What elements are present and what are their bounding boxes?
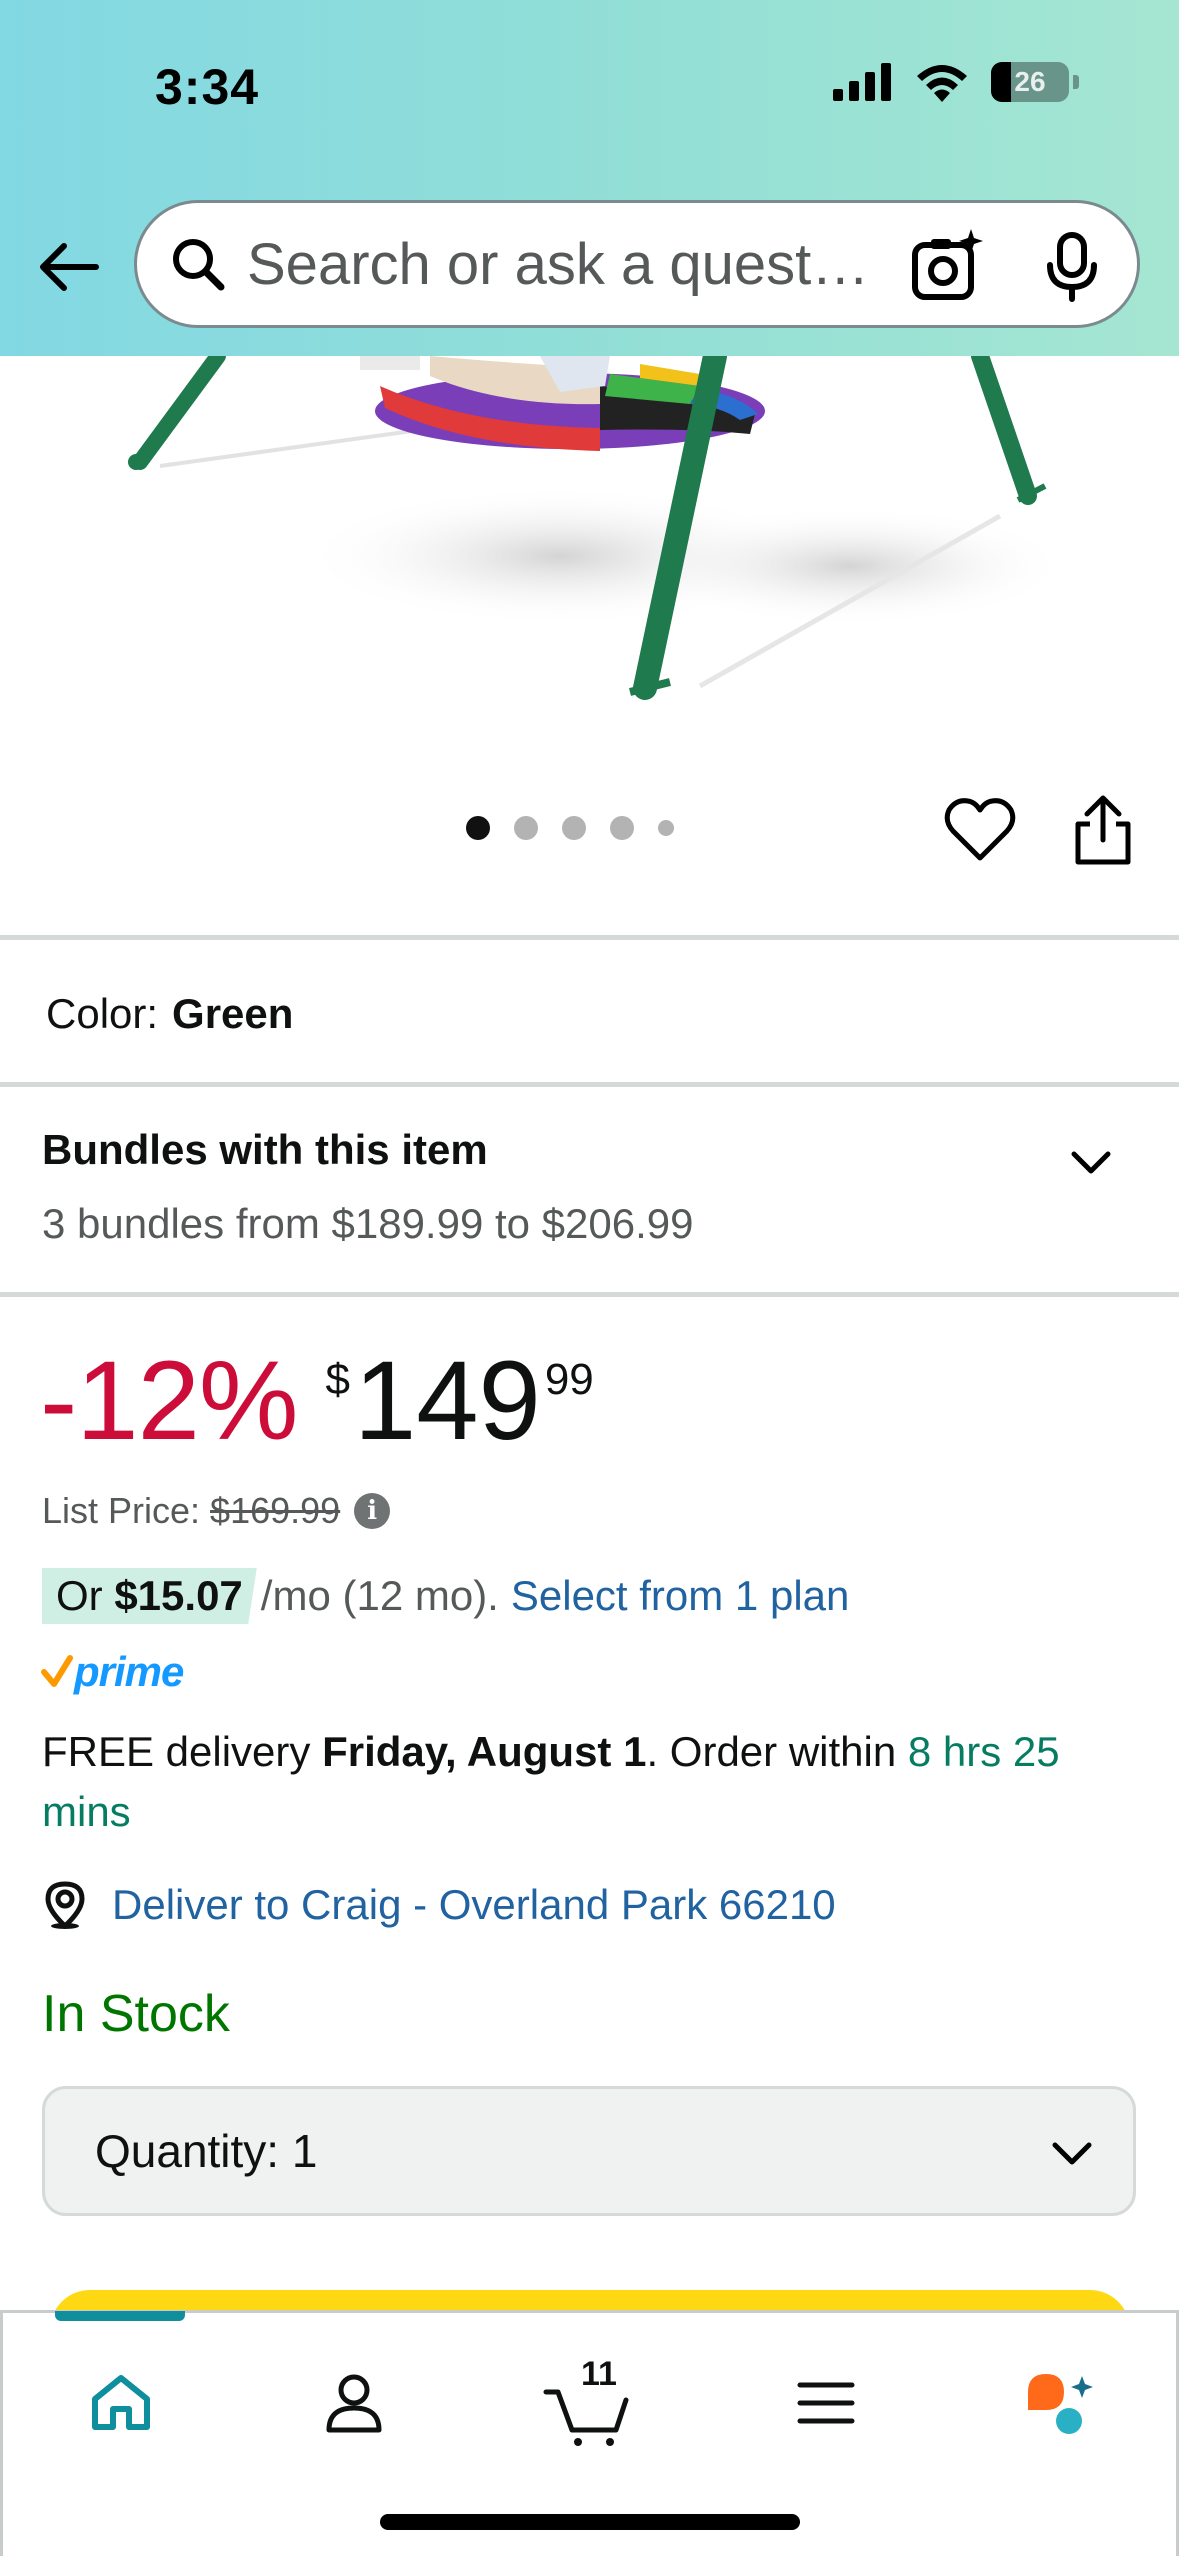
quantity-label: Quantity: — [95, 2125, 280, 2177]
active-tab-indicator — [55, 2311, 185, 2321]
location-pin-icon — [45, 1881, 85, 1929]
price-currency: $ — [325, 1355, 350, 1404]
quantity-select[interactable]: Quantity: 1 — [42, 2086, 1136, 2216]
search-icon — [163, 229, 233, 299]
carousel-dot[interactable] — [657, 820, 674, 836]
bundles-title[interactable]: Bundles with this item — [42, 1126, 488, 1174]
back-arrow-icon — [40, 243, 99, 291]
divider — [0, 1082, 1179, 1087]
monthly-amount: $15.07 — [114, 1572, 243, 1619]
color-label: Color: — [46, 990, 159, 1037]
carousel-dot[interactable] — [513, 816, 538, 840]
home-indicator — [380, 2514, 800, 2530]
status-time: 3:34 — [155, 59, 260, 115]
camera-search-icon[interactable] — [907, 227, 987, 307]
top-header: 3:34 26 — [0, 0, 1179, 356]
info-icon[interactable]: i — [354, 1493, 391, 1529]
wifi-icon — [917, 65, 967, 102]
rufus-assistant-icon — [1028, 2374, 1093, 2434]
stock-status: In Stock — [42, 1985, 230, 2043]
prime-logo: prime — [40, 1648, 184, 1696]
discount-percent: -12% — [40, 1338, 298, 1463]
prime-check-icon — [41, 1655, 73, 1687]
divider — [0, 935, 1179, 940]
price-block: -12% $ 149 99 — [40, 1345, 594, 1457]
wishlist-heart-icon[interactable] — [944, 796, 1016, 864]
color-value: Green — [172, 990, 294, 1037]
delivery-info: FREE delivery Friday, August 1. Order wi… — [42, 1728, 1060, 1835]
quantity-value: 1 — [291, 2125, 318, 2177]
color-selector[interactable]: Color: Green — [46, 990, 293, 1038]
carousel-dot-active[interactable] — [465, 816, 490, 840]
cart-count-badge: 11 — [581, 2355, 617, 2393]
back-button[interactable] — [34, 232, 104, 302]
monthly-term: /mo (12 mo). — [260, 1572, 499, 1619]
select-plan-link[interactable]: Select from 1 plan — [511, 1572, 850, 1620]
deliver-to-text[interactable]: Deliver to Craig - Overland Park 66210 — [112, 1881, 836, 1929]
status-icons: 26 — [833, 62, 1079, 102]
nav-account[interactable] — [299, 2353, 409, 2453]
cellular-signal-icon — [833, 63, 891, 101]
delivery-date: Friday, August 1 — [322, 1728, 647, 1775]
battery-icon: 26 — [991, 62, 1069, 102]
deliver-to-link[interactable]: Deliver to Craig - Overland Park 66210 — [42, 1880, 836, 1930]
nav-home[interactable] — [66, 2353, 176, 2453]
search-bar[interactable] — [134, 200, 1140, 328]
share-icon[interactable] — [1070, 794, 1136, 866]
chevron-down-icon[interactable] — [1066, 1138, 1116, 1188]
search-input[interactable] — [247, 230, 877, 298]
bundles-subtitle: 3 bundles from $189.99 to $206.99 — [42, 1200, 694, 1247]
battery-tip — [1073, 75, 1079, 89]
home-icon — [92, 2375, 150, 2430]
prime-label: prime — [74, 1648, 184, 1695]
list-price: List Price: $169.99 i — [42, 1490, 391, 1532]
product-image[interactable] — [0, 356, 1179, 726]
list-price-value: $169.99 — [210, 1490, 341, 1531]
carousel-dot[interactable] — [561, 816, 586, 840]
price-fraction: 99 — [544, 1355, 594, 1404]
monthly-amount-pill: Or $15.07 — [42, 1568, 257, 1624]
microphone-icon[interactable] — [1035, 229, 1109, 303]
divider — [0, 1292, 1179, 1297]
nav-cart[interactable]: 11 — [533, 2353, 643, 2453]
monthly-payment: Or $15.07 /mo (12 mo). Select from 1 pla… — [42, 1568, 849, 1624]
nav-menu[interactable] — [771, 2353, 881, 2453]
battery-level: 26 — [1014, 66, 1046, 97]
carousel-dot[interactable] — [609, 816, 634, 840]
list-price-label: List Price: — [42, 1490, 201, 1531]
account-icon — [326, 2374, 382, 2433]
chevron-down-icon — [1052, 2142, 1092, 2165]
hamburger-menu-icon — [797, 2382, 855, 2424]
nav-rufus[interactable] — [1007, 2353, 1117, 2453]
price-whole: 149 — [353, 1338, 541, 1463]
